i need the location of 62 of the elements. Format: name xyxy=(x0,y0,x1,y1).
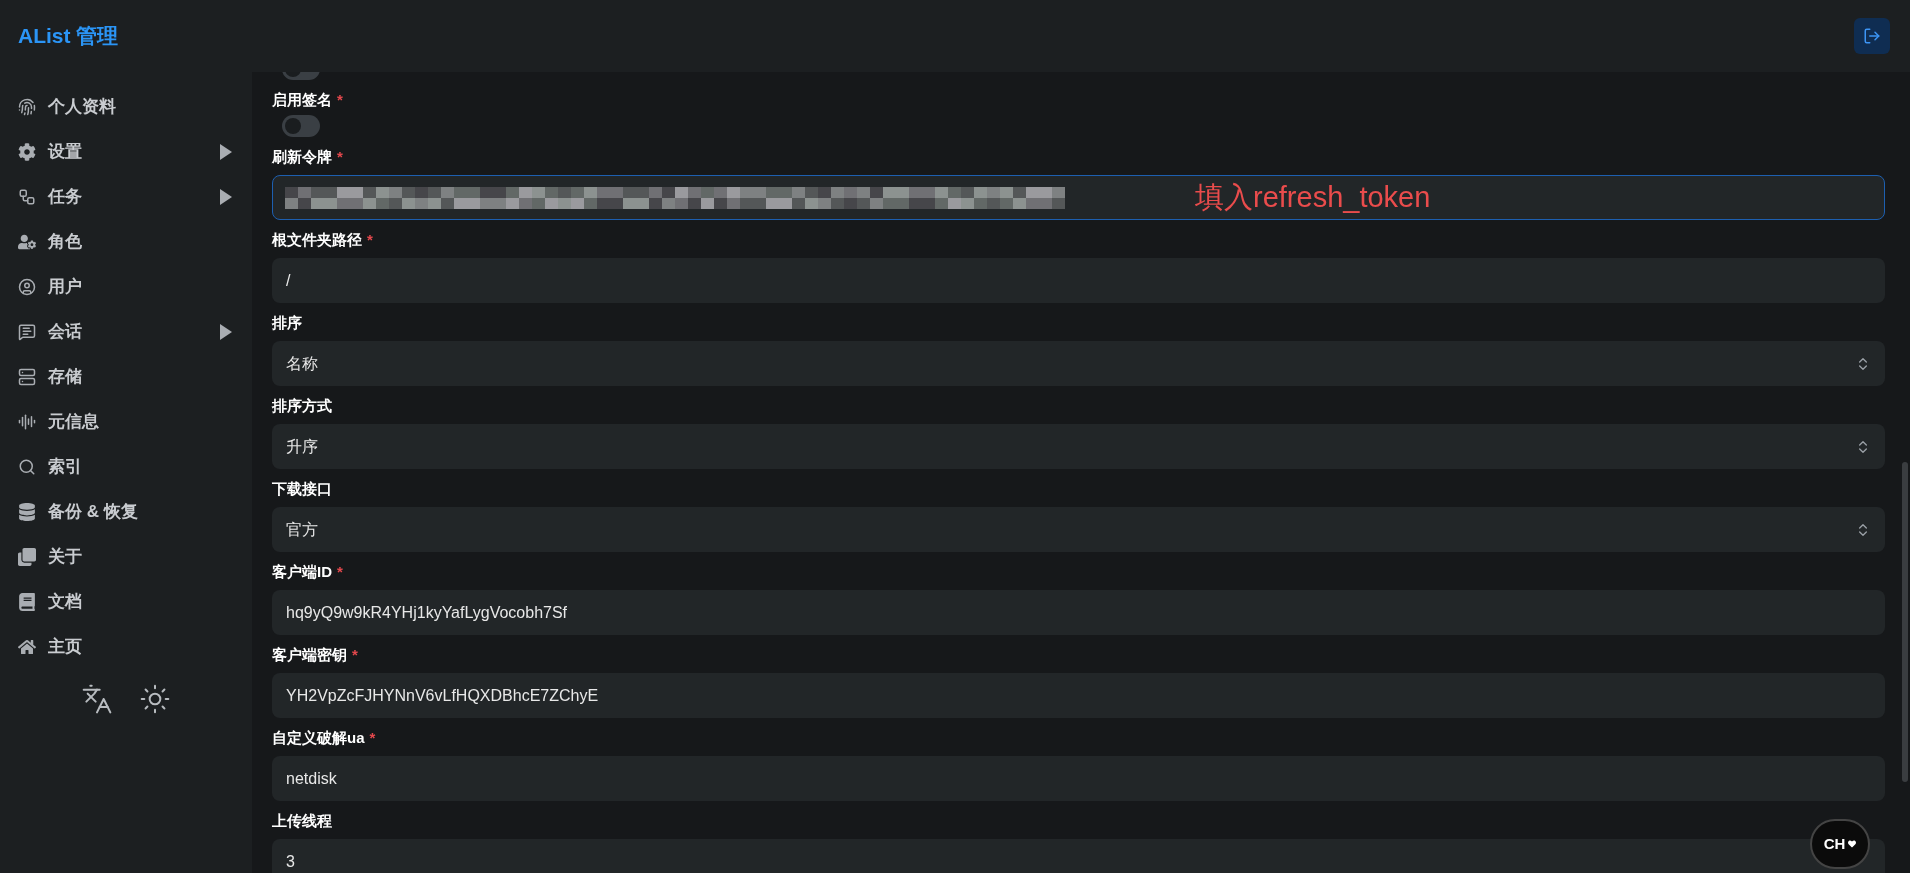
required-mark: * xyxy=(352,644,358,665)
app-title: AList 管理 xyxy=(18,23,119,50)
required-mark: * xyxy=(337,146,343,167)
logout-button[interactable] xyxy=(1854,18,1890,54)
message-icon xyxy=(18,322,36,341)
field-label: 刷新令牌 xyxy=(272,146,332,167)
select-field[interactable]: 名称 xyxy=(272,341,1885,386)
sidebar-item[interactable]: 元信息 xyxy=(0,399,252,444)
field-label: 排序方式 xyxy=(272,395,332,416)
text-field[interactable]: netdisk xyxy=(272,756,1885,801)
sidebar-item[interactable]: 主页 xyxy=(0,624,252,669)
field-label: 自定义破解ua xyxy=(272,727,365,748)
heart-icon xyxy=(1848,840,1857,848)
annotation-text: 填入refresh_token xyxy=(1195,179,1431,215)
required-mark: * xyxy=(367,229,373,250)
sidebar-item[interactable]: 用户 xyxy=(0,264,252,309)
theme-icon[interactable] xyxy=(139,683,171,715)
sidebar-item[interactable]: 设置 xyxy=(0,129,252,174)
caret-right-icon xyxy=(220,143,232,160)
gear-icon xyxy=(18,142,36,161)
server-icon xyxy=(18,367,36,386)
sidebar-item[interactable]: 个人资料 xyxy=(0,84,252,129)
field-label: 下载接口 xyxy=(272,478,332,499)
sidebar-item[interactable]: 任务 xyxy=(0,174,252,219)
sidebar-item[interactable]: 存储 xyxy=(0,354,252,399)
toggle-switch[interactable] xyxy=(282,115,320,137)
workflow-icon xyxy=(18,187,36,206)
token-field[interactable]: 填入refresh_token xyxy=(272,175,1885,220)
text-field[interactable]: / xyxy=(272,258,1885,303)
sidebar-item[interactable]: 角色 xyxy=(0,219,252,264)
required-mark: * xyxy=(337,89,343,110)
sidebar-item[interactable]: 会话 xyxy=(0,309,252,354)
fingerprint-icon xyxy=(18,97,36,116)
sidebar-item[interactable]: 备份 & 恢复 xyxy=(0,489,252,534)
text-field[interactable]: hq9yQ9w9kR4YHj1kyYafLygVocobh7Sf xyxy=(272,590,1885,635)
sidebar-item[interactable]: 文档 xyxy=(0,579,252,624)
text-field[interactable]: YH2VpZcFJHYNnV6vLfHQXDBhcE7ZChyE xyxy=(272,673,1885,718)
caret-right-icon xyxy=(220,323,232,340)
copy-icon xyxy=(18,547,36,566)
required-mark: * xyxy=(369,727,376,748)
logout-icon xyxy=(1863,27,1881,45)
language-icon[interactable] xyxy=(81,683,113,715)
field-label: 根文件夹路径 xyxy=(272,229,362,250)
search-icon xyxy=(18,457,36,476)
field-label: 客户端密钥 xyxy=(272,644,347,665)
field-label: 启用签名 xyxy=(272,89,332,110)
database-icon xyxy=(18,502,36,521)
field-label: 排序 xyxy=(272,312,302,333)
field-label: 客户端ID xyxy=(272,561,332,582)
caret-right-icon xyxy=(220,188,232,205)
user-gear-icon xyxy=(18,232,36,251)
select-field[interactable]: 官方 xyxy=(272,507,1885,552)
speech-bubble-badge[interactable]: CH xyxy=(1810,819,1870,869)
sidebar-item[interactable]: 关于 xyxy=(0,534,252,579)
book-icon xyxy=(18,592,36,611)
home-icon xyxy=(18,637,36,656)
sidebar-item[interactable]: 索引 xyxy=(0,444,252,489)
select-field[interactable]: 升序 xyxy=(272,424,1885,469)
audio-lines-icon xyxy=(18,412,36,431)
required-mark: * xyxy=(337,561,343,582)
user-circle-icon xyxy=(18,277,36,296)
field-label: 上传线程 xyxy=(272,810,332,831)
